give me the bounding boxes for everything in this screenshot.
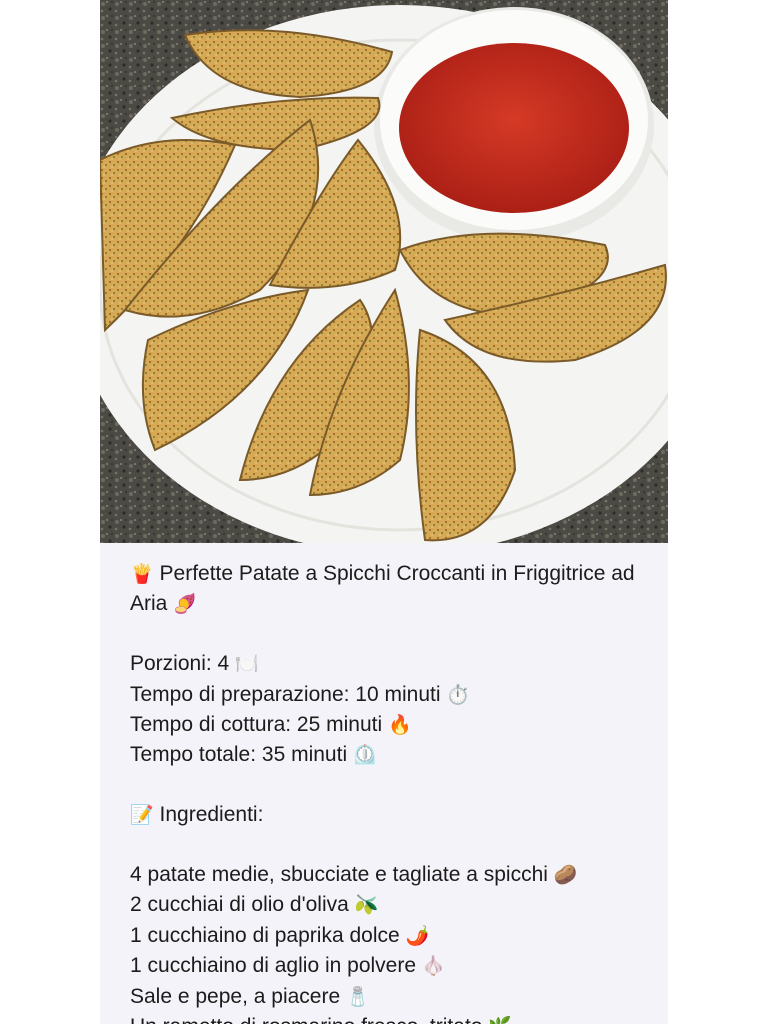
total-time-line: Tempo totale: 35 minuti ⏲️ <box>130 743 377 767</box>
ingredients-heading: 📝 Ingredienti: <box>130 803 264 827</box>
salt-shaker-icon: 🧂 <box>346 985 370 1008</box>
ingredient-item: Un rametto di rosmarino fresco, tritato … <box>130 1012 648 1024</box>
ingredient-item: 1 cucchiaino di aglio in polvere 🧄 <box>130 954 446 978</box>
fire-icon: 🔥 <box>387 714 412 737</box>
olive-icon: 🫒 <box>354 894 379 917</box>
chili-pepper-icon: 🌶️ <box>405 924 430 947</box>
food-photo <box>100 0 668 543</box>
fries-icon: 🍟 <box>130 563 154 585</box>
ingredient-item: 1 cucchiaino di paprika dolce 🌶️ <box>130 923 430 947</box>
tomato-sauce <box>399 43 629 213</box>
stopwatch-icon: ⏱️ <box>446 683 471 706</box>
memo-icon: 📝 <box>130 804 154 827</box>
cook-time-line: Tempo di cottura: 25 minuti 🔥 <box>130 713 412 737</box>
herb-icon: 🌿 <box>488 1016 512 1024</box>
sweet-potato-icon: 🍠 <box>173 593 197 616</box>
prep-time-line: Tempo di preparazione: 10 minuti ⏱️ <box>130 682 471 706</box>
servings-line: Porzioni: 4 🍽️ <box>130 652 259 676</box>
recipe-text: 🍟 Perfette Patate a Spicchi Croccanti in… <box>100 543 668 1024</box>
ingredient-item: 4 patate medie, sbucciate e tagliate a s… <box>130 863 578 887</box>
recipe-title: 🍟 Perfette Patate a Spicchi Croccanti in… <box>130 562 635 616</box>
timer-icon: ⏲️ <box>352 744 377 767</box>
ingredient-item: 2 cucchiai di olio d'oliva 🫒 <box>130 893 379 917</box>
plate-icon: 🍽️ <box>235 653 259 676</box>
sauce-bowl <box>374 7 654 243</box>
recipe-post: 🍟 Perfette Patate a Spicchi Croccanti in… <box>100 0 668 1024</box>
ingredient-item: Sale e pepe, a piacere 🧂 <box>130 984 370 1008</box>
garlic-icon: 🧄 <box>421 955 446 978</box>
potato-icon: 🥔 <box>553 864 578 887</box>
